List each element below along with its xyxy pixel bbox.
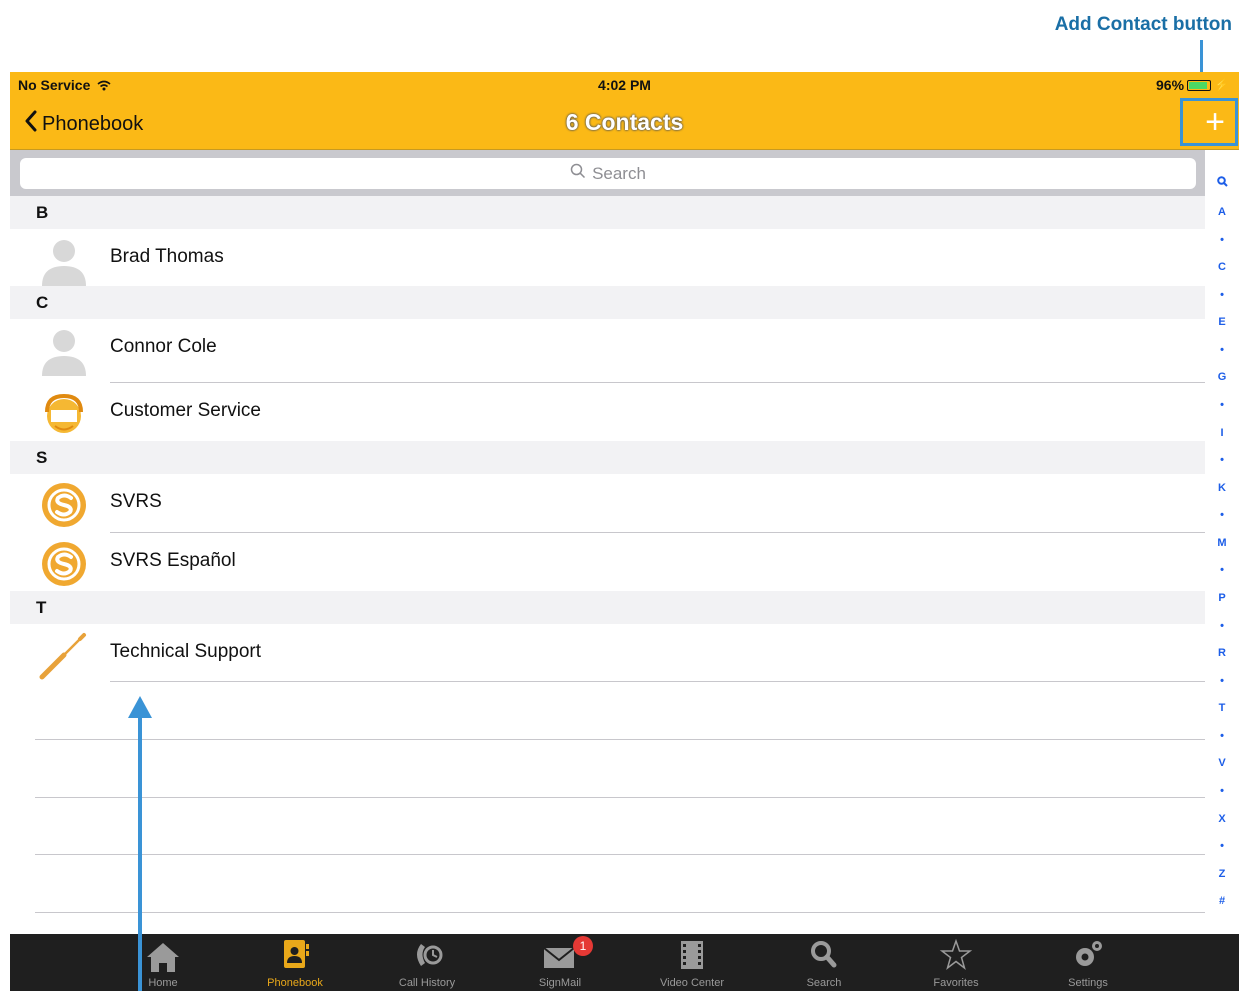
add-contact-callout-label: Add Contact button: [1054, 14, 1232, 35]
contact-name: Customer Service: [110, 400, 261, 421]
empty-row-separator: [35, 739, 1205, 740]
tab-video-center[interactable]: Video Center: [637, 934, 747, 991]
index-item[interactable]: •: [1205, 675, 1239, 687]
index-item[interactable]: •: [1205, 785, 1239, 797]
contact-row-svrs[interactable]: SVRS: [10, 474, 1205, 531]
tab-label: Video Center: [659, 977, 724, 989]
index-item[interactable]: K: [1205, 482, 1239, 494]
svrs-logo-icon: [34, 479, 94, 531]
callout-arrow-line: [138, 710, 142, 991]
index-item[interactable]: R: [1205, 647, 1239, 659]
clock: 4:02 PM: [598, 77, 651, 93]
tab-label: Phonebook: [267, 977, 323, 989]
unread-badge: 1: [573, 936, 593, 956]
index-item[interactable]: #: [1205, 895, 1239, 907]
empty-row-separator: [35, 797, 1205, 798]
index-item[interactable]: •: [1205, 289, 1239, 301]
index-item[interactable]: G: [1205, 371, 1239, 383]
tab-settings[interactable]: Settings: [1033, 934, 1143, 991]
battery-status: 96% ⚡: [1156, 77, 1229, 93]
empty-row-separator: [35, 854, 1205, 855]
index-item[interactable]: E: [1205, 316, 1239, 328]
tab-home[interactable]: Home: [108, 934, 218, 991]
gear-icon: [1068, 938, 1108, 972]
contact-name: Connor Cole: [110, 336, 217, 357]
index-item[interactable]: V: [1205, 757, 1239, 769]
index-item[interactable]: A: [1205, 206, 1239, 218]
charging-icon: ⚡: [1214, 78, 1229, 92]
star-icon: [936, 938, 976, 972]
search-placeholder: Search: [592, 163, 646, 183]
battery-icon: [1187, 79, 1212, 91]
tab-label: Search: [806, 977, 842, 989]
index-search-icon[interactable]: [1205, 176, 1239, 190]
index-item[interactable]: •: [1205, 620, 1239, 632]
index-item[interactable]: X: [1205, 813, 1239, 825]
customer-service-icon: [34, 388, 94, 440]
call-history-icon: [407, 938, 447, 972]
index-item[interactable]: •: [1205, 399, 1239, 411]
tab-label: Call History: [398, 977, 456, 989]
navigation-bar: Phonebook 6 Contacts +: [10, 98, 1239, 150]
contact-name: Brad Thomas: [110, 246, 224, 267]
contact-name: SVRS Español: [110, 550, 236, 571]
index-item[interactable]: •: [1205, 564, 1239, 576]
tab-search[interactable]: Search: [769, 934, 879, 991]
row-separator: [110, 681, 1205, 682]
index-item[interactable]: T: [1205, 702, 1239, 714]
search-bar: Search: [10, 150, 1205, 196]
index-item[interactable]: •: [1205, 730, 1239, 742]
tab-favorites[interactable]: Favorites: [901, 934, 1011, 991]
status-bar: No Service 4:02 PM 96% ⚡: [10, 72, 1239, 98]
svrs-logo-icon: [34, 538, 94, 590]
section-header-c: C: [10, 286, 1205, 319]
index-item[interactable]: •: [1205, 509, 1239, 521]
index-item[interactable]: •: [1205, 840, 1239, 852]
index-item[interactable]: M: [1205, 537, 1239, 549]
phonebook-icon: [275, 938, 315, 972]
contact-row-technical-support[interactable]: Technical Support: [10, 624, 1205, 681]
person-placeholder-icon: [34, 324, 94, 376]
contact-row-connor-cole[interactable]: Connor Cole: [10, 319, 1205, 376]
index-item[interactable]: I: [1205, 427, 1239, 439]
index-item[interactable]: •: [1205, 344, 1239, 356]
contact-row-customer-service[interactable]: Customer Service: [10, 383, 1205, 440]
page-title: 6 Contacts: [565, 109, 684, 135]
index-item[interactable]: P: [1205, 592, 1239, 604]
tab-phonebook[interactable]: Phonebook: [240, 934, 350, 991]
search-icon: [804, 938, 844, 972]
screwdriver-icon: [34, 629, 94, 681]
tab-label: Home: [148, 977, 178, 989]
contact-name: SVRS: [110, 491, 162, 512]
phonebook-screen: No Service 4:02 PM 96% ⚡ Phonebook 6 Con…: [10, 72, 1239, 991]
index-item[interactable]: •: [1205, 234, 1239, 246]
person-placeholder-icon: [34, 234, 94, 286]
index-item[interactable]: Z: [1205, 868, 1239, 880]
contact-row-brad-thomas[interactable]: Brad Thomas: [10, 229, 1205, 286]
tab-call-history[interactable]: Call History: [372, 934, 482, 991]
tab-bar: Home Phonebook Call History 1 SignMail V…: [10, 934, 1239, 991]
empty-row-separator: [35, 912, 1205, 913]
search-icon: [570, 163, 586, 184]
index-item[interactable]: •: [1205, 454, 1239, 466]
tab-signmail[interactable]: 1 SignMail: [505, 934, 615, 991]
search-input[interactable]: Search: [20, 158, 1196, 189]
section-index[interactable]: A • C • E • G • I • K • M • P • R • T • …: [1205, 150, 1239, 910]
battery-percent: 96%: [1156, 77, 1185, 93]
home-icon: [143, 938, 183, 972]
tab-label: Settings: [1068, 977, 1108, 989]
add-contact-highlight-box: [1180, 98, 1238, 146]
section-header-s: S: [10, 441, 1205, 474]
index-item[interactable]: C: [1205, 261, 1239, 273]
tab-label: Favorites: [933, 977, 979, 989]
video-center-icon: [672, 938, 712, 972]
contact-name: Technical Support: [110, 641, 262, 662]
contact-row-svrs-espanol[interactable]: SVRS Español: [10, 533, 1205, 590]
tab-label: SignMail: [538, 977, 582, 989]
section-header-b: B: [10, 196, 1205, 229]
section-header-t: T: [10, 591, 1205, 624]
